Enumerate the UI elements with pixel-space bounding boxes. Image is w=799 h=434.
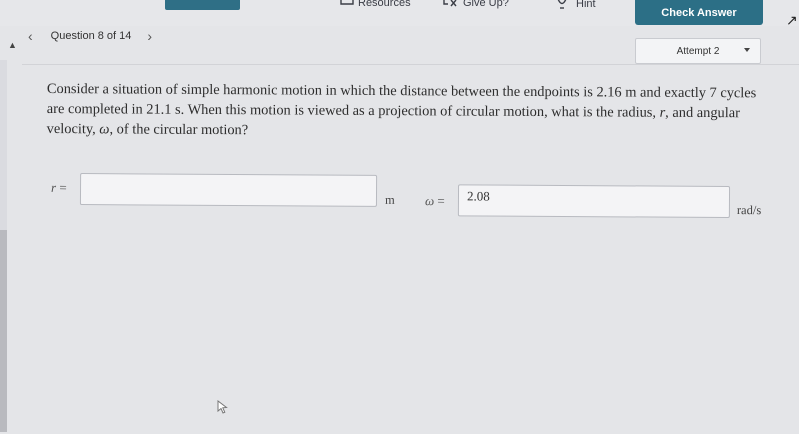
omega-label: ω = — [425, 193, 445, 209]
radius-label: r = — [51, 180, 67, 196]
mouse-pointer-icon — [217, 400, 228, 414]
omega-label-symbol: ω — [424, 193, 435, 209]
radius-unit: m — [384, 192, 395, 207]
omega-unit: rad/s — [736, 203, 762, 218]
omega-label-equals: = — [434, 193, 445, 209]
radius-field[interactable] — [79, 173, 378, 207]
answer-area: r = m ω = rad/s — [0, 0, 799, 434]
radius-label-equals: = — [56, 179, 67, 195]
radius-input[interactable] — [80, 174, 377, 206]
omega-field[interactable] — [457, 184, 731, 219]
omega-input[interactable] — [458, 185, 730, 218]
